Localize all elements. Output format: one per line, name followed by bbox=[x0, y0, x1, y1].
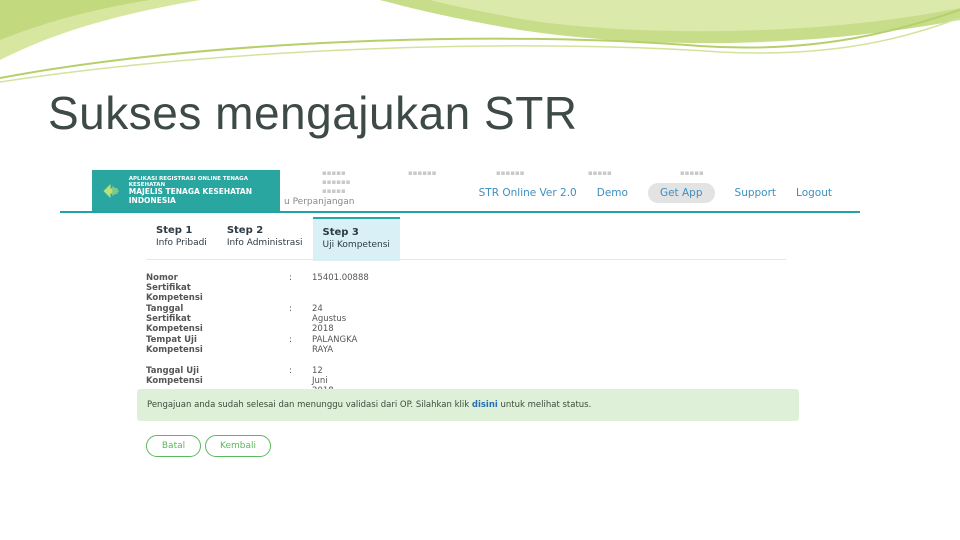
field-value: PALANGKA RAYA bbox=[312, 335, 358, 355]
faded-text: ▪▪▪▪▪▪ bbox=[322, 178, 351, 186]
slide-title: Sukses mengajukan STR bbox=[48, 87, 578, 139]
nav-menu: STR Online Ver 2.0 Demo Get App Support … bbox=[459, 183, 832, 203]
faded-text: ▪▪▪▪▪ bbox=[322, 187, 346, 195]
navbar: APLIKASI REGISTRASI ONLINE TENAGA KESEHA… bbox=[60, 163, 860, 213]
brand-line2: MAJELIS TENAGA KESEHATAN INDONESIA bbox=[128, 187, 252, 205]
batal-button[interactable]: Batal bbox=[146, 435, 201, 457]
step-label: Info Administrasi bbox=[226, 238, 303, 248]
field-colon: : bbox=[289, 366, 292, 376]
brand-banner[interactable]: APLIKASI REGISTRASI ONLINE TENAGA KESEHA… bbox=[92, 170, 280, 211]
status-link[interactable]: disini bbox=[472, 400, 498, 410]
faded-text: ▪▪▪▪▪ bbox=[322, 169, 346, 177]
step-tabs: Step 1 Info Pribadi Step 2 Info Administ… bbox=[146, 217, 400, 261]
field-value: 24 Agustus 2018 bbox=[312, 304, 347, 334]
step-tab-3[interactable]: Step 3 Uji Kompetensi bbox=[312, 217, 400, 261]
step-tab-2[interactable]: Step 2 Info Administrasi bbox=[217, 217, 313, 259]
slide-header-decoration bbox=[0, 0, 960, 83]
alert-text-after: untuk melihat status. bbox=[497, 400, 592, 410]
nav-get-app[interactable]: Get App bbox=[647, 183, 715, 203]
step-number: Step 1 bbox=[156, 225, 193, 236]
divider bbox=[146, 259, 786, 260]
faded-text: ▪▪▪▪▪▪ bbox=[496, 169, 525, 177]
field-label: Nomor Sertifikat Kompetensi bbox=[146, 273, 203, 303]
alert-message: Pengajuan anda sudah selesai dan menungg… bbox=[147, 400, 591, 410]
field-label: Tanggal Uji Kompetensi bbox=[146, 366, 203, 386]
app-screenshot: APLIKASI REGISTRASI ONLINE TENAGA KESEHA… bbox=[60, 163, 860, 473]
step-tab-1[interactable]: Step 1 Info Pribadi bbox=[146, 217, 217, 259]
step-label: Uji Kompetensi bbox=[322, 240, 390, 250]
field-value: 15401.00888 bbox=[312, 273, 369, 283]
success-alert: Pengajuan anda sudah selesai dan menungg… bbox=[137, 389, 799, 421]
field-colon: : bbox=[289, 304, 292, 314]
field-colon: : bbox=[289, 335, 292, 345]
nav-logout[interactable]: Logout bbox=[796, 187, 832, 199]
faded-text: ▪▪▪▪▪ bbox=[680, 169, 704, 177]
faded-text: ▪▪▪▪▪ bbox=[588, 169, 612, 177]
nav-str-online[interactable]: STR Online Ver 2.0 bbox=[479, 187, 577, 199]
nav-support[interactable]: Support bbox=[735, 187, 777, 199]
step-label: Info Pribadi bbox=[156, 238, 207, 248]
step-number: Step 3 bbox=[322, 227, 359, 238]
faded-background-text: u Perpanjangan bbox=[284, 197, 355, 207]
field-label: Tanggal Sertifikat Kompetensi bbox=[146, 304, 203, 334]
kembali-button[interactable]: Kembali bbox=[205, 435, 271, 457]
leaf-arrows-logo-icon bbox=[103, 183, 120, 198]
step-number: Step 2 bbox=[226, 225, 264, 236]
alert-text-before: Pengajuan anda sudah selesai dan menungg… bbox=[147, 400, 472, 410]
action-buttons: Batal Kembali bbox=[146, 435, 271, 457]
nav-demo[interactable]: Demo bbox=[597, 187, 628, 199]
field-colon: : bbox=[289, 273, 292, 283]
faded-text: ▪▪▪▪▪▪ bbox=[408, 169, 437, 177]
field-label: Tempat Uji Kompetensi bbox=[146, 335, 203, 355]
